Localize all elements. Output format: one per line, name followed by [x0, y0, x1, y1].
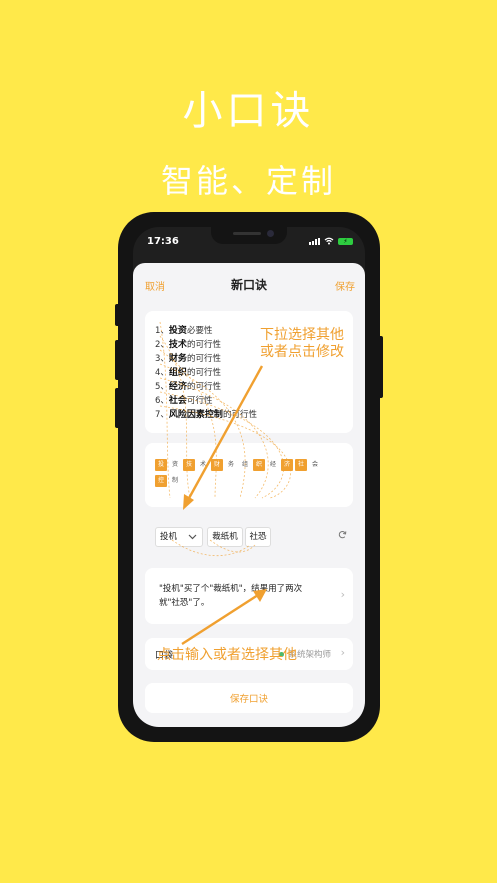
keyword-chip[interactable]: 织 [253, 459, 265, 471]
keyword-chip[interactable]: 投 [155, 459, 167, 471]
mnemonic-sentence: "投机"买了个"裁纸机"，结果用了两次 就"社恐"了。 [159, 584, 303, 608]
keyword-chip[interactable]: 控 [155, 475, 167, 487]
chevron-right-icon: › [340, 588, 345, 601]
keyword-chip[interactable]: 组 [239, 459, 251, 471]
nav-bar: 取消 新口诀 保存 [133, 263, 365, 303]
refresh-icon[interactable] [338, 530, 347, 539]
page-title: 新口诀 [230, 278, 267, 292]
chevron-down-icon [188, 534, 197, 540]
keyword-chips-card: 投资技术财务组织经济社会 控制 [145, 443, 353, 507]
slot-dropdown-first[interactable]: 投机 [155, 527, 203, 547]
mnemonic-sentence-card[interactable]: "投机"买了个"裁纸机"，结果用了两次 就"社恐"了。 › [145, 568, 353, 624]
list-item: 1、投资必要性 [155, 326, 213, 336]
power-button [380, 336, 383, 398]
keyword-chip[interactable]: 技 [183, 459, 195, 471]
save-mnemonic-label: 保存口诀 [229, 694, 268, 705]
volume-down-button [115, 388, 118, 428]
promo-title: 小口诀 [182, 88, 315, 134]
status-time: 17:36 [147, 236, 179, 247]
list-item: 3、财务的可行性 [155, 354, 221, 364]
signal-icon [309, 237, 320, 245]
chevron-right-icon: › [340, 646, 345, 659]
keyword-chip[interactable]: 制 [169, 475, 181, 487]
keyword-chip[interactable]: 经 [267, 459, 279, 471]
list-item: 6、社会可行性 [155, 396, 213, 406]
chip-row: 控制 [155, 475, 181, 487]
front-camera [267, 230, 274, 237]
list-item: 2、技术的可行性 [155, 340, 221, 350]
slot-value: 裁纸机 [212, 532, 238, 542]
keyword-chip[interactable]: 资 [169, 459, 181, 471]
volume-up-button [115, 340, 118, 380]
keyword-chip[interactable]: 财 [211, 459, 223, 471]
save-mnemonic-button[interactable]: 保存口诀 [145, 683, 353, 713]
annotation-input-hint: 点击输入或者选择其他 [157, 647, 297, 663]
slot-third[interactable]: 社恐 [245, 527, 271, 547]
list-item: 4、组织的可行性 [155, 368, 221, 378]
notch [211, 227, 287, 244]
battery-charging-icon: ⚡ [338, 237, 353, 245]
save-button[interactable]: 保存 [335, 278, 355, 293]
slot-value: 投机 [160, 532, 178, 542]
slot-second[interactable]: 裁纸机 [207, 527, 243, 547]
status-icons: ⚡ [309, 237, 353, 245]
chip-row: 投资技术财务组织经济社会 [155, 459, 321, 471]
wifi-icon [324, 237, 334, 245]
annotation-dropdown-hint: 下拉选择其他 或者点击修改 [260, 327, 344, 360]
keyword-chip[interactable]: 务 [225, 459, 237, 471]
status-bar: 17:36 ⚡ [133, 227, 365, 263]
word-slots: 投机 裁纸机 社恐 [145, 525, 353, 551]
speaker-grille [233, 232, 261, 235]
list-item: 7、风险因素控制的可行性 [155, 410, 257, 420]
keyword-chip[interactable]: 济 [281, 459, 293, 471]
list-item: 5、经济的可行性 [155, 382, 221, 392]
keyword-chip[interactable]: 术 [197, 459, 209, 471]
keyword-chip[interactable]: 会 [309, 459, 321, 471]
promo-subtitle: 智能、定制 [160, 162, 336, 200]
keyword-chip[interactable]: 社 [295, 459, 307, 471]
slot-value: 社恐 [249, 532, 267, 542]
mute-switch [115, 304, 118, 326]
